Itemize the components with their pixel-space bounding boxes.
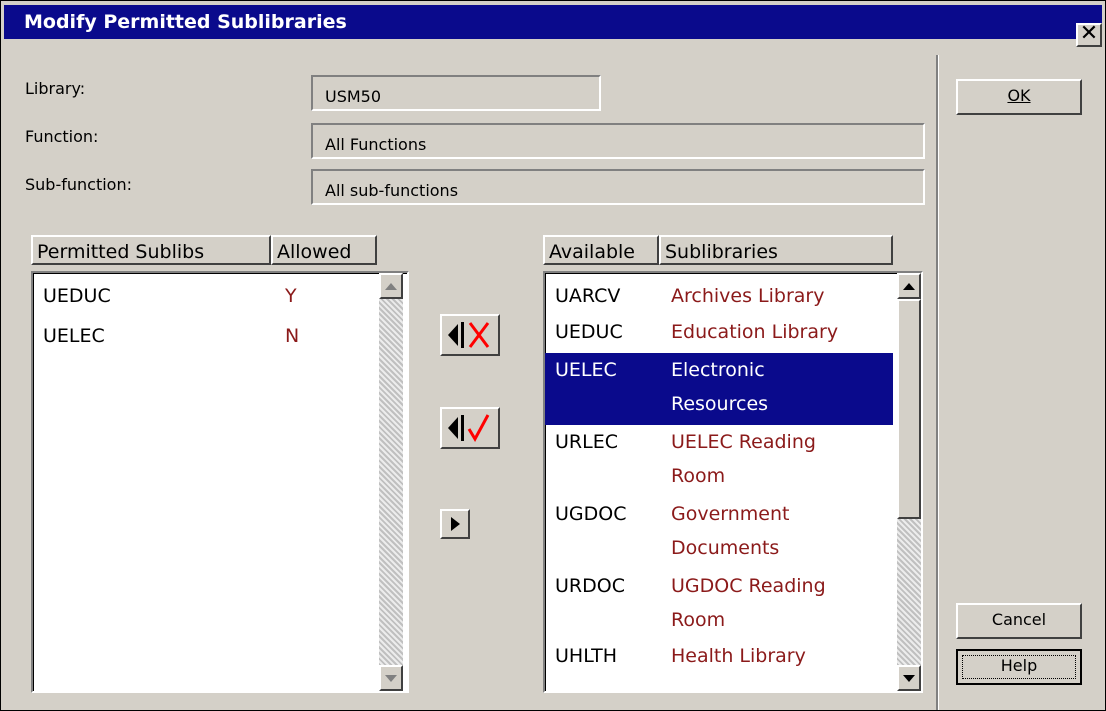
function-field: All Functions (311, 123, 925, 159)
scroll-down-icon[interactable] (897, 665, 921, 691)
move-left-allow-icon (448, 414, 490, 443)
list-item[interactable]: URLEC UELEC Reading Room (545, 425, 893, 497)
list-item[interactable]: UHLTH Health Library (545, 641, 893, 677)
available-code: UGDOC (555, 503, 627, 525)
scroll-up-icon[interactable] (379, 273, 403, 299)
list-item[interactable]: UEDUC Y (33, 285, 373, 317)
available-name-line2: Room (671, 609, 726, 631)
available-code: URLEC (555, 431, 618, 453)
move-left-deny-icon (448, 322, 490, 348)
available-code: UELEC (555, 359, 617, 381)
available-name: Archives Library (671, 285, 825, 307)
move-right-icon (451, 517, 460, 531)
scroll-up-icon[interactable] (897, 273, 921, 299)
available-scroll-thumb[interactable] (897, 299, 921, 519)
title-bar: Modify Permitted Sublibraries (4, 5, 1102, 39)
available-code: UHLTH (555, 645, 618, 667)
available-name: UGDOC Reading (671, 575, 826, 597)
available-name: UELEC Reading (671, 431, 816, 453)
library-field: USM50 (311, 75, 601, 111)
scroll-down-icon[interactable] (379, 665, 403, 691)
move-right-button[interactable] (440, 509, 470, 539)
permitted-scrollbar[interactable] (379, 273, 403, 691)
permitted-code: UELEC (43, 325, 105, 347)
available-col-header[interactable]: Available (543, 235, 659, 265)
vertical-separator (936, 55, 939, 710)
list-item[interactable]: UGDOC Government Documents (545, 497, 893, 569)
ok-label: OK (1007, 86, 1031, 105)
ok-button[interactable]: OK (956, 79, 1082, 115)
available-list[interactable]: UARCV Archives Library UEDUC Education L… (543, 271, 923, 693)
function-label: Function: (25, 127, 99, 146)
cancel-label: Cancel (991, 610, 1047, 629)
close-icon[interactable]: ✕ (1076, 23, 1102, 47)
available-name-line2: Documents (671, 537, 780, 559)
list-item[interactable]: UELEC N (33, 325, 373, 357)
available-name: Electronic (671, 359, 765, 381)
allowed-col-header[interactable]: Allowed (271, 235, 377, 265)
window-title: Modify Permitted Sublibraries (24, 11, 347, 33)
permitted-list[interactable]: UEDUC Y UELEC N (31, 271, 409, 693)
add-allow-button[interactable] (440, 407, 500, 449)
remove-deny-button[interactable] (440, 314, 500, 356)
sublibraries-col-header[interactable]: Sublibraries (659, 235, 893, 265)
cancel-button[interactable]: Cancel (956, 603, 1082, 639)
subfunction-label: Sub-function: (25, 175, 132, 194)
list-item[interactable]: UARCV Archives Library (545, 281, 893, 317)
available-name: Education Library (671, 321, 839, 343)
available-name-line2: Resources (671, 393, 769, 415)
list-item-selected[interactable]: UELEC Electronic Resources (545, 353, 893, 425)
subfunction-field: All sub-functions (311, 169, 925, 205)
focus-ring (962, 655, 1076, 679)
list-item[interactable]: UEDUC Education Library (545, 317, 893, 353)
available-code: URDOC (555, 575, 625, 597)
permitted-allowed: N (285, 325, 300, 347)
list-item[interactable]: URDOC UGDOC Reading Room (545, 569, 893, 641)
modify-permitted-sublibraries-dialog: Modify Permitted Sublibraries ✕ Library:… (0, 0, 1106, 711)
help-button[interactable]: Help (956, 649, 1082, 685)
permitted-allowed: Y (285, 285, 297, 307)
available-name: Health Library (671, 645, 806, 667)
permitted-col-header[interactable]: Permitted Sublibs (31, 235, 271, 265)
available-name-line2: Room (671, 465, 726, 487)
available-code: UARCV (555, 285, 621, 307)
available-name: Government (671, 503, 790, 525)
library-label: Library: (25, 79, 86, 98)
available-code: UEDUC (555, 321, 623, 343)
permitted-code: UEDUC (43, 285, 111, 307)
